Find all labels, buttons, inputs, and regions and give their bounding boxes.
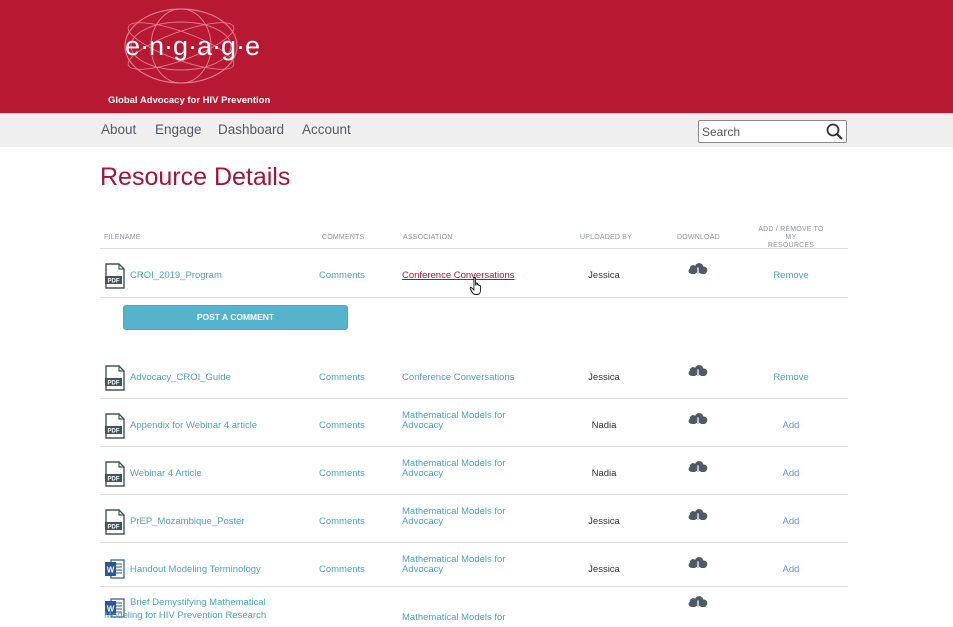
file-name-link[interactable]: PrEP_Mozambique_Poster [130,516,245,527]
search-input[interactable] [702,123,820,140]
association-link-line2[interactable]: Advocacy [402,468,443,479]
association-link[interactable]: Conference Conversations [402,270,514,281]
pdf-file-icon: PDF [104,509,126,535]
add-resource-link[interactable]: Add [765,516,817,527]
association-link[interactable]: Conference Conversations [402,372,514,383]
header-comments: COMMENTS [322,234,365,241]
pdf-file-icon: PDF [104,263,126,289]
file-name-link[interactable]: Handout Modeling Terminology [130,564,261,575]
header-download: DOWNLOAD [677,234,720,241]
file-name-link[interactable]: Webinar 4 Article [130,468,202,479]
header-filename: FILENAME [104,234,141,241]
uploaded-by: Nadia [591,468,617,479]
comments-link[interactable]: Comments [319,372,365,383]
post-comment-button[interactable]: POST A COMMENT [123,305,348,330]
add-resource-link[interactable]: Add [765,420,817,431]
remove-resource-link[interactable]: Remove [765,270,817,281]
svg-text:PDF: PDF [108,279,120,285]
association-link-line2[interactable]: Advocacy [402,420,443,431]
add-resource-link[interactable]: Add [765,468,817,479]
nav-dashboard[interactable]: Dashboard [218,122,284,137]
file-name-link[interactable]: Brief Demystifying Mathematical [130,598,320,608]
uploaded-by: Jessica [588,372,620,383]
association-link[interactable]: Mathematical Models for [402,612,505,623]
download-cloud-icon[interactable] [686,362,710,380]
remove-resource-link[interactable]: Remove [765,372,817,383]
pdf-file-icon: PDF [104,365,126,391]
download-cloud-icon[interactable] [686,506,710,524]
divider [100,446,848,447]
download-cloud-icon[interactable] [686,260,710,278]
header-association: ASSOCIATION [403,234,453,241]
add-resource-link[interactable]: Add [765,564,817,575]
comments-link[interactable]: Comments [319,564,365,575]
uploaded-by: Jessica [588,564,620,575]
search-box [698,120,847,143]
comments-link[interactable]: Comments [319,468,365,479]
svg-text:PDF: PDF [108,429,120,435]
download-cloud-icon[interactable] [686,410,710,428]
word-file-icon: W [104,557,126,583]
svg-text:W: W [107,566,115,575]
svg-text:PDF: PDF [108,381,120,387]
divider [100,542,848,543]
header-uploaded-by: UPLOADED BY [580,234,632,241]
divider [100,586,848,587]
file-name-link[interactable]: CROI_2019_Program [130,270,222,281]
association-link-line2[interactable]: Advocacy [402,564,443,575]
hand-cursor-icon [469,277,481,295]
search-icon[interactable] [825,122,845,141]
divider [100,398,848,399]
svg-text:PDF: PDF [108,477,120,483]
association-link-line2[interactable]: Advocacy [402,516,443,527]
nav-engage[interactable]: Engage [155,122,202,137]
logo-word: e·n·g·a·g·e [125,31,261,61]
uploaded-by: Jessica [588,270,620,281]
pdf-file-icon: PDF [104,461,126,487]
download-cloud-icon[interactable] [686,554,710,572]
download-cloud-icon[interactable] [686,458,710,476]
page-title: Resource Details [100,163,291,191]
nav-about[interactable]: About [101,122,136,137]
file-name-link[interactable]: Appendix for Webinar 4 article [130,420,257,431]
file-name-link-line2[interactable]: Modeling for HIV Prevention Research [104,610,266,621]
comments-link[interactable]: Comments [319,270,365,281]
logo-tagline: Global Advocacy for HIV Prevention [108,95,271,106]
divider [100,297,848,298]
engage-logo[interactable]: e·n·g·a·g·e Global Advocacy for HIV Prev… [105,5,285,110]
comments-link[interactable]: Comments [319,516,365,527]
svg-text:PDF: PDF [108,525,120,531]
download-cloud-icon[interactable] [686,593,710,611]
uploaded-by: Nadia [591,420,617,431]
comments-link[interactable]: Comments [319,420,365,431]
main-nav: About Engage Dashboard Account [0,113,953,147]
divider [100,494,848,495]
header-add-remove-line1: ADD / REMOVE TO MY [758,226,824,241]
uploaded-by: Jessica [588,516,620,527]
pdf-file-icon: PDF [104,413,126,439]
file-name-link[interactable]: Advocacy_CROI_Guide [130,372,231,383]
site-header: e·n·g·a·g·e Global Advocacy for HIV Prev… [0,0,953,113]
header-add-remove: ADD / REMOVE TO MY RESOURCES [752,226,830,250]
nav-account[interactable]: Account [302,122,351,137]
divider [100,248,848,249]
